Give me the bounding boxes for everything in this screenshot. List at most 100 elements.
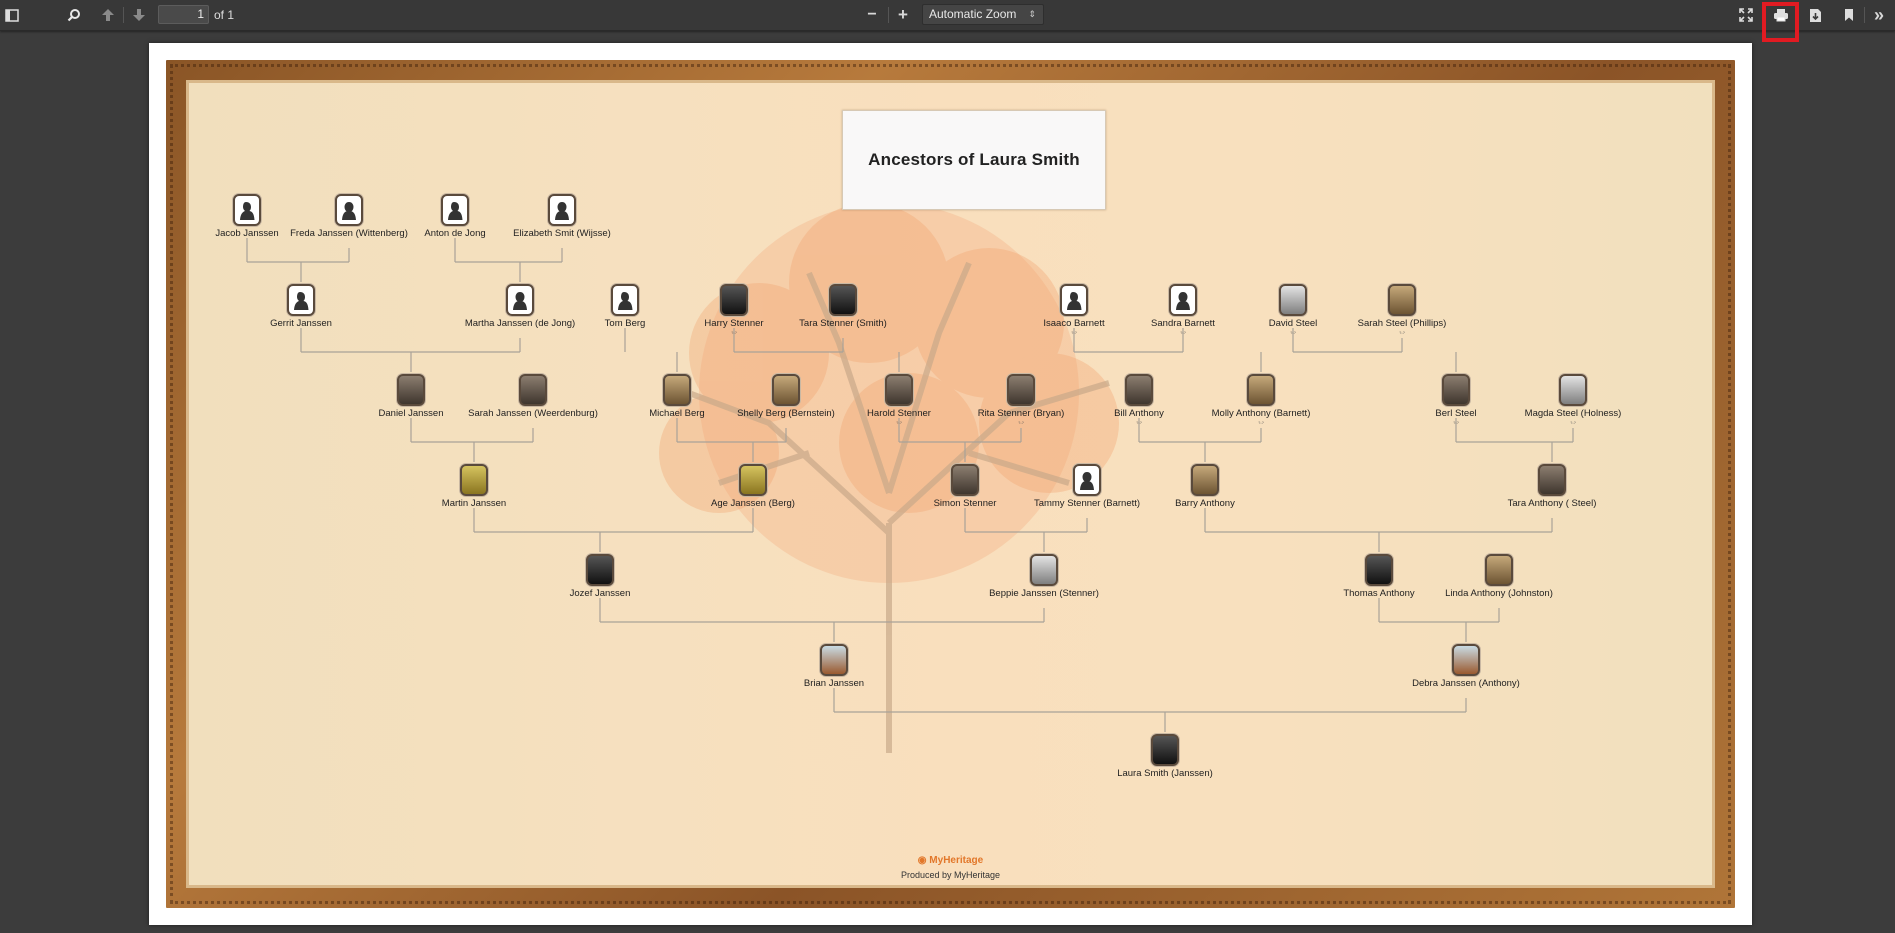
presentation-mode-button[interactable] bbox=[1734, 4, 1758, 26]
person-card-brian[interactable]: Brian Janssen bbox=[764, 644, 904, 690]
previous-page-button[interactable] bbox=[96, 4, 120, 26]
download-icon bbox=[1809, 8, 1821, 22]
person-name: Molly Anthony (Barnett) bbox=[1211, 408, 1311, 419]
toolbar-divider bbox=[888, 7, 889, 23]
person-dates: ?-? bbox=[1258, 419, 1264, 425]
person-name: Barry Anthony bbox=[1175, 498, 1235, 509]
silhouette-portrait-icon bbox=[611, 284, 639, 316]
print-button-highlight bbox=[1762, 2, 1799, 42]
frame-mat: Ancestors of Laura Smith Jacob Janssen Fr… bbox=[186, 80, 1715, 888]
portrait-photo bbox=[1559, 374, 1587, 406]
portrait-photo bbox=[739, 464, 767, 496]
person-name: Debra Janssen (Anthony) bbox=[1412, 678, 1520, 689]
person-dates: ?-? bbox=[896, 419, 902, 425]
portrait-photo bbox=[1538, 464, 1566, 496]
person-card-thomas[interactable]: Thomas Anthony bbox=[1309, 554, 1449, 600]
portrait-photo bbox=[519, 374, 547, 406]
portrait-photo bbox=[829, 284, 857, 316]
person-name: Laura Smith (Janssen) bbox=[1117, 768, 1213, 779]
person-name: Magda Steel (Holness) bbox=[1524, 408, 1622, 419]
person-card-beppie[interactable]: Beppie Janssen (Stenner) bbox=[974, 554, 1114, 600]
select-arrows-icon: ⇕ bbox=[1028, 9, 1036, 19]
zoom-select-value: Automatic Zoom bbox=[929, 7, 1017, 21]
portrait-photo bbox=[1388, 284, 1416, 316]
zoom-in-button[interactable]: + bbox=[891, 4, 915, 26]
plus-icon: + bbox=[898, 5, 908, 24]
person-card-tara_s[interactable]: Tara Stenner (Smith) bbox=[773, 284, 913, 330]
silhouette-portrait-icon bbox=[548, 194, 576, 226]
picture-frame: Ancestors of Laura Smith Jacob Janssen Fr… bbox=[166, 60, 1735, 908]
person-card-sarah_p[interactable]: Sarah Steel (Phillips) ?-? bbox=[1332, 284, 1472, 336]
person-card-simon[interactable]: Simon Stenner bbox=[895, 464, 1035, 510]
portrait-photo bbox=[1191, 464, 1219, 496]
portrait-photo bbox=[885, 374, 913, 406]
person-card-molly[interactable]: Molly Anthony (Barnett) ?-? bbox=[1191, 374, 1331, 426]
person-card-bill[interactable]: Bill Anthony ?-? bbox=[1069, 374, 1209, 426]
person-card-daniel[interactable]: Daniel Janssen bbox=[341, 374, 481, 420]
arrow-down-icon bbox=[133, 9, 145, 21]
portrait-photo bbox=[951, 464, 979, 496]
search-icon bbox=[67, 9, 80, 22]
person-card-barry[interactable]: Barry Anthony bbox=[1135, 464, 1275, 510]
person-card-elizabeth[interactable]: Elizabeth Smit (Wijsse) bbox=[492, 194, 632, 240]
next-page-button[interactable] bbox=[127, 4, 151, 26]
double-chevron-right-icon: » bbox=[1873, 4, 1884, 25]
page-count-label: of 1 bbox=[214, 8, 235, 22]
portrait-photo bbox=[772, 374, 800, 406]
download-button[interactable] bbox=[1803, 4, 1827, 26]
person-card-gerrit[interactable]: Gerrit Janssen bbox=[231, 284, 371, 330]
person-name: Sarah Janssen (Weerdenburg) bbox=[468, 408, 598, 419]
person-name: Thomas Anthony bbox=[1343, 588, 1415, 599]
portrait-photo bbox=[586, 554, 614, 586]
silhouette-portrait-icon bbox=[1169, 284, 1197, 316]
person-name: Jozef Janssen bbox=[569, 588, 631, 599]
person-card-harold[interactable]: Harold Stenner ?-? bbox=[829, 374, 969, 426]
find-button[interactable] bbox=[62, 4, 86, 26]
person-card-debra[interactable]: Debra Janssen (Anthony) bbox=[1396, 644, 1536, 690]
person-name: Brian Janssen bbox=[803, 678, 865, 689]
portrait-photo bbox=[1452, 644, 1480, 676]
person-name: Tara Anthony ( Steel) bbox=[1507, 498, 1597, 509]
portrait-photo bbox=[1247, 374, 1275, 406]
logo-text: MyHeritage bbox=[929, 855, 984, 866]
person-card-jozef[interactable]: Jozef Janssen bbox=[530, 554, 670, 600]
person-card-magda[interactable]: Magda Steel (Holness) ?-? bbox=[1503, 374, 1643, 426]
toolbar-divider bbox=[1864, 7, 1865, 23]
silhouette-portrait-icon bbox=[506, 284, 534, 316]
person-card-linda[interactable]: Linda Anthony (Johnston) bbox=[1429, 554, 1569, 600]
portrait-photo bbox=[460, 464, 488, 496]
person-card-martin[interactable]: Martin Janssen bbox=[404, 464, 544, 510]
portrait-photo bbox=[1485, 554, 1513, 586]
sidebar-toggle-button[interactable] bbox=[0, 4, 24, 26]
silhouette-portrait-icon bbox=[441, 194, 469, 226]
person-name: Sarah Steel (Phillips) bbox=[1357, 318, 1447, 329]
person-dates: ?-? bbox=[1136, 419, 1142, 425]
person-name: Simon Stenner bbox=[933, 498, 997, 509]
footer-credit: Produced by MyHeritage bbox=[900, 870, 1001, 880]
portrait-photo bbox=[663, 374, 691, 406]
tools-button[interactable]: » bbox=[1867, 4, 1891, 26]
person-name: Linda Anthony (Johnston) bbox=[1445, 588, 1553, 599]
person-name: Gerrit Janssen bbox=[270, 318, 332, 329]
portrait-photo bbox=[720, 284, 748, 316]
zoom-out-button[interactable]: − bbox=[860, 4, 884, 26]
bookmark-button[interactable] bbox=[1837, 4, 1861, 26]
silhouette-portrait-icon bbox=[233, 194, 261, 226]
person-card-sarah_w[interactable]: Sarah Janssen (Weerdenburg) bbox=[463, 374, 603, 420]
portrait-photo bbox=[1151, 734, 1179, 766]
portrait-photo bbox=[1007, 374, 1035, 406]
person-card-age[interactable]: Age Janssen (Berg) bbox=[683, 464, 823, 510]
zoom-select[interactable]: Automatic Zoom ⇕ bbox=[922, 4, 1044, 25]
person-dates: ?-? bbox=[1399, 329, 1405, 335]
person-card-tara_a[interactable]: Tara Anthony ( Steel) bbox=[1482, 464, 1622, 510]
person-name: Martin Janssen bbox=[441, 498, 507, 509]
page-number-input[interactable]: 1 bbox=[158, 5, 209, 24]
silhouette-portrait-icon bbox=[335, 194, 363, 226]
portrait-photo bbox=[1279, 284, 1307, 316]
portrait-photo bbox=[1030, 554, 1058, 586]
person-card-laura[interactable]: Laura Smith (Janssen) bbox=[1095, 734, 1235, 780]
arrow-up-icon bbox=[102, 9, 114, 21]
person-dates: ?-? bbox=[1570, 419, 1576, 425]
person-name: Daniel Janssen bbox=[378, 408, 444, 419]
person-name: Tara Stenner (Smith) bbox=[799, 318, 887, 329]
